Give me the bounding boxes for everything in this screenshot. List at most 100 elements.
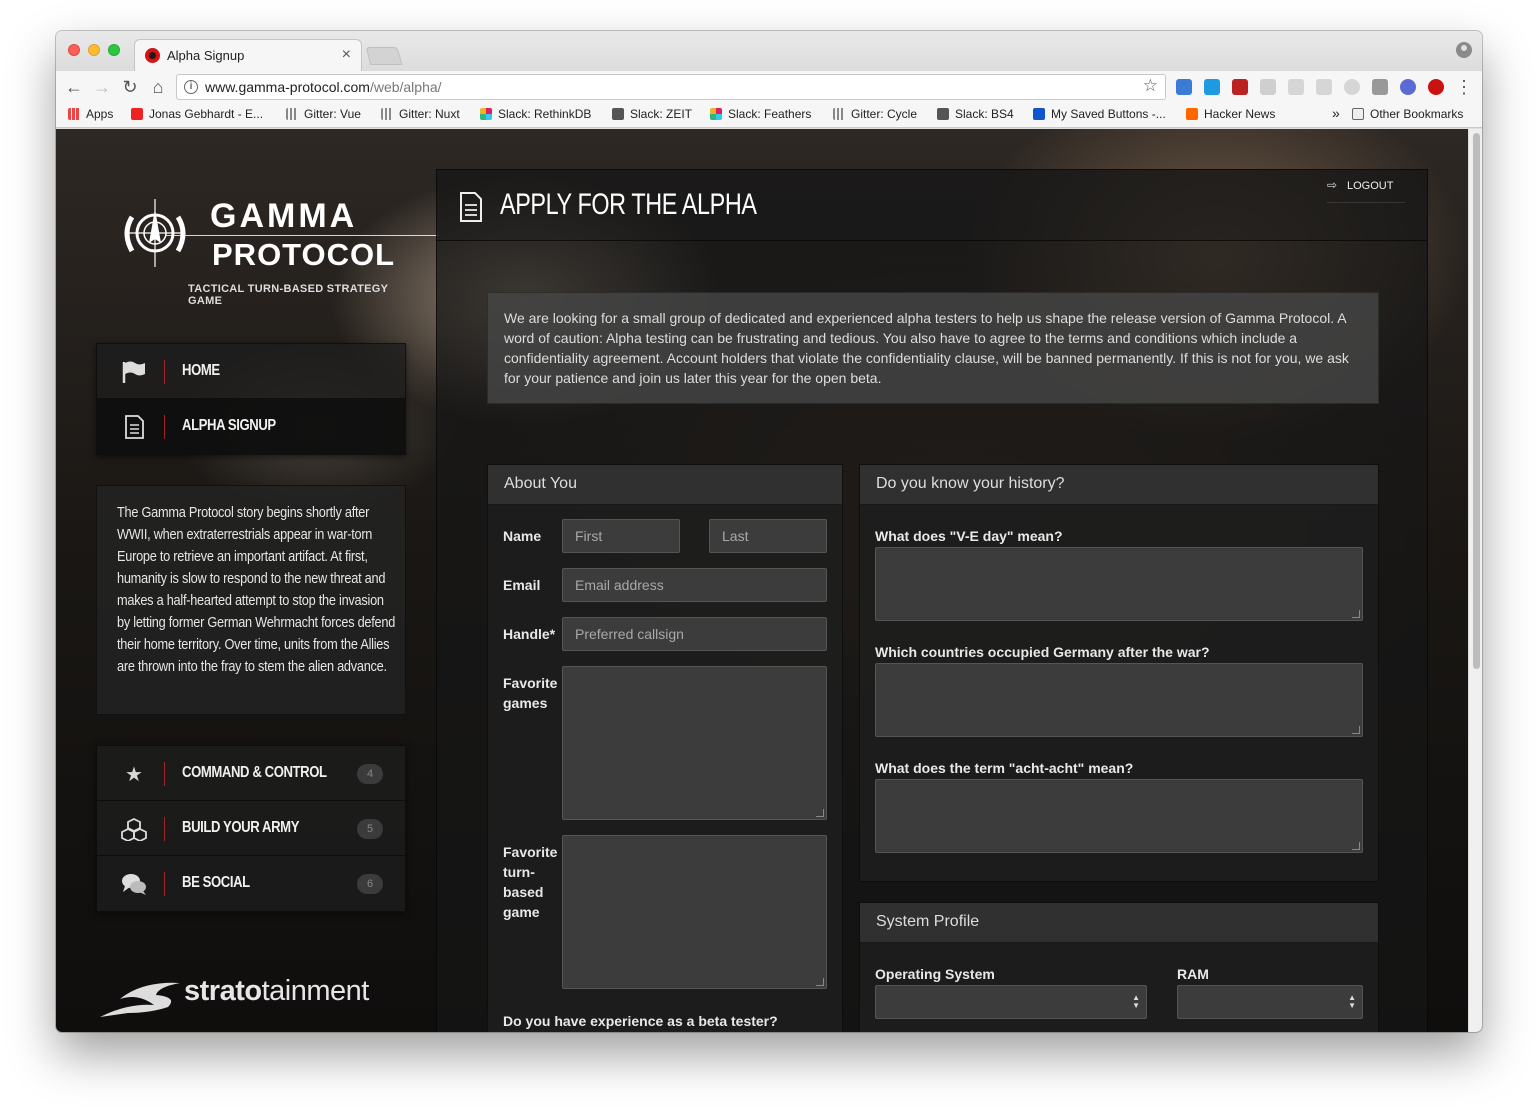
nav-badge: 4	[357, 764, 383, 784]
info-icon[interactable]: i	[184, 80, 198, 94]
ve-day-question: What does "V-E day" mean?	[875, 528, 1063, 544]
bookmark-item[interactable]: Gitter: Nuxt	[381, 107, 460, 121]
bookmark-item[interactable]: Slack: ZEIT	[612, 107, 692, 121]
forward-arrow-icon[interactable]: →	[90, 75, 114, 99]
tab-title: Alpha Signup	[167, 48, 245, 63]
other-bookmarks-folder[interactable]: Other Bookmarks	[1352, 107, 1463, 121]
favorite-games-label: Favorite games	[503, 675, 558, 711]
home-icon[interactable]: ⌂	[146, 75, 170, 99]
handle-input[interactable]: Preferred callsign	[562, 617, 827, 651]
logout-icon: ⇨	[1327, 178, 1338, 192]
bookmark-item[interactable]: Gitter: Cycle	[833, 107, 917, 121]
nav-label-alpha-signup: ALPHA SIGNUP	[182, 417, 276, 434]
about-you-heading: About You	[488, 465, 842, 505]
extension-icon-10[interactable]	[1428, 79, 1444, 95]
bookmark-item[interactable]: My Saved Buttons -...	[1033, 107, 1166, 121]
bookmark-item[interactable]: Slack: RethinkDB	[480, 107, 591, 121]
slack-icon	[710, 108, 722, 120]
nav-item-be-social[interactable]: BE SOCIAL 6	[97, 856, 405, 911]
favorite-turn-based-label: Favorite turn-based game	[503, 844, 558, 920]
favorite-games-textarea[interactable]	[562, 666, 827, 820]
bookmark-item[interactable]: Gitter: Vue	[286, 107, 361, 121]
address-bar[interactable]: i www.gamma-protocol.com/web/alpha/ ☆	[176, 74, 1166, 100]
skype-extension-icon[interactable]	[1204, 79, 1220, 95]
reload-icon[interactable]: ↻	[118, 75, 142, 99]
occupied-germany-answer[interactable]	[875, 663, 1363, 737]
beta-experience-label: Do you have experience as a beta tester?	[503, 1013, 778, 1029]
bookmarks-overflow-button[interactable]: »	[1332, 105, 1340, 121]
nav-label-build-army: BUILD YOUR ARMY	[182, 819, 300, 836]
ve-day-answer[interactable]	[875, 547, 1363, 621]
stratotainment-logo[interactable]: stratotainment	[98, 971, 408, 1021]
bookmark-item[interactable]: Jonas Gebhardt - E...	[131, 107, 263, 121]
browser-tab-active[interactable]: Alpha Signup ×	[134, 39, 362, 71]
calendar-extension-icon[interactable]	[1176, 79, 1192, 95]
flag-icon	[122, 361, 145, 383]
email-input[interactable]: Email address	[562, 568, 827, 602]
profile-icon[interactable]	[1456, 42, 1472, 58]
last-name-input[interactable]: Last	[709, 519, 827, 553]
url-text[interactable]: www.gamma-protocol.com/web/alpha/	[205, 79, 442, 95]
slack-hash-icon	[612, 108, 624, 120]
acht-acht-question: What does the term "acht-acht" mean?	[875, 760, 1134, 776]
occupied-germany-question: Which countries occupied Germany after t…	[875, 644, 1210, 660]
bookmark-item[interactable]: Hacker News	[1186, 107, 1275, 121]
bookmark-apps[interactable]: Apps	[68, 107, 113, 121]
handle-label: Handle*	[503, 626, 556, 642]
nav-item-alpha-signup[interactable]: ALPHA SIGNUP	[97, 399, 405, 454]
extension-icon-7[interactable]	[1344, 79, 1360, 95]
nav-label-command-control: COMMAND & CONTROL	[182, 764, 327, 781]
scrollbar-thumb[interactable]	[1473, 133, 1480, 669]
gamma-protocol-logo[interactable]: GAMMA PROTOCOL TACTICAL TURN-BASED STRAT…	[106, 177, 438, 307]
ram-select[interactable]: ▲ ▼	[1177, 985, 1363, 1019]
browser-toolbar: ← → ↻ ⌂ i www.gamma-protocol.com/web/alp…	[56, 71, 1482, 103]
history-panel: Do you know your history? What does "V-E…	[859, 464, 1379, 882]
nav-item-command-control[interactable]: ★ COMMAND & CONTROL 4	[97, 746, 405, 801]
email-label: Email	[503, 577, 541, 593]
bookmark-item[interactable]: Slack: BS4	[937, 107, 1014, 121]
cubes-icon	[121, 817, 147, 841]
gitter-icon	[286, 108, 298, 120]
page-viewport: GAMMA PROTOCOL TACTICAL TURN-BASED STRAT…	[56, 129, 1482, 1032]
name-label: Name	[503, 528, 542, 544]
extension-icon-4[interactable]	[1260, 79, 1276, 95]
operating-system-select[interactable]: ▲ ▼	[875, 985, 1147, 1019]
logout-link[interactable]: ⇨ LOGOUT	[1327, 178, 1405, 203]
bookmark-item[interactable]: Slack: Feathers	[710, 107, 811, 121]
nav-separator	[164, 817, 165, 841]
nav-item-home[interactable]: HOME	[97, 344, 405, 399]
lastpass-extension-icon[interactable]	[1232, 79, 1248, 95]
extension-icon-6[interactable]	[1316, 79, 1332, 95]
folder-icon	[1352, 108, 1364, 120]
intro-notice: We are looking for a small group of dedi…	[487, 292, 1379, 404]
extension-icon-5[interactable]	[1288, 79, 1304, 95]
extension-icon-9[interactable]	[1400, 79, 1416, 95]
nav-separator	[164, 415, 165, 439]
page-title: APPLY FOR THE ALPHA	[500, 188, 757, 221]
tab-close-icon[interactable]: ×	[342, 46, 351, 64]
first-name-input[interactable]: First	[562, 519, 680, 553]
back-arrow-icon[interactable]: ←	[62, 75, 86, 99]
chrome-menu-icon[interactable]: ⋮	[1452, 75, 1476, 99]
document-icon	[460, 192, 482, 222]
favorite-turn-based-textarea[interactable]	[562, 835, 827, 989]
vue-devtools-icon[interactable]	[1372, 79, 1388, 95]
new-tab-button[interactable]	[365, 47, 403, 65]
main-header: APPLY FOR THE ALPHA ⇨ LOGOUT	[437, 170, 1427, 241]
youtube-icon	[131, 108, 143, 120]
close-window-button[interactable]	[68, 44, 80, 56]
acht-acht-answer[interactable]	[875, 779, 1363, 853]
apps-grid-icon	[68, 108, 80, 120]
logo-title-protocol: PROTOCOL	[212, 237, 396, 272]
nav-item-build-army[interactable]: BUILD YOUR ARMY 5	[97, 801, 405, 856]
logo-tagline: TACTICAL TURN-BASED STRATEGY GAME	[188, 283, 389, 307]
zoom-window-button[interactable]	[108, 44, 120, 56]
minimize-window-button[interactable]	[88, 44, 100, 56]
bookmark-star-icon[interactable]: ☆	[1143, 76, 1158, 96]
page-scrollbar[interactable]	[1468, 129, 1482, 1032]
secondary-nav: ★ COMMAND & CONTROL 4 BUILD YOUR ARMY 5	[96, 745, 406, 912]
stratotainment-swoosh-icon	[100, 982, 180, 1017]
gitter-icon	[833, 108, 845, 120]
select-arrows-icon: ▲ ▼	[1132, 993, 1140, 1010]
main-panel: APPLY FOR THE ALPHA ⇨ LOGOUT We are looki…	[436, 169, 1428, 1032]
